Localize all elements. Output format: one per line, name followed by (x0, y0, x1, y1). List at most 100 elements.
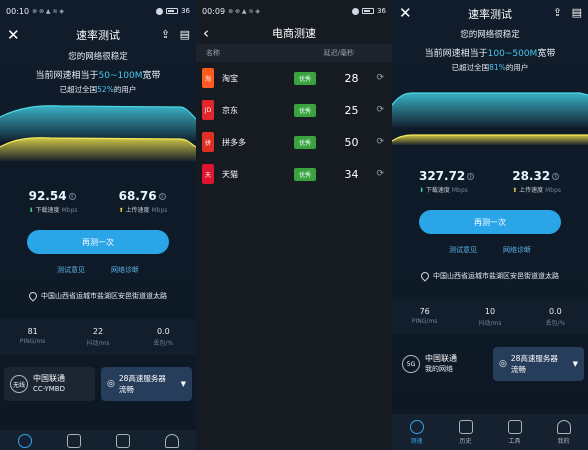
title-bar: ‹ 电商测速 (196, 22, 392, 44)
download-value: 327.72 (418, 169, 466, 183)
feedback-link[interactable]: 测试意见 (57, 265, 85, 275)
location-pin-icon (419, 270, 431, 282)
address-text: 中国山西省运城市盐湖区安邑街道道太路 (433, 272, 559, 280)
carrier-card: 5G 中国联通 我的网络 (396, 347, 487, 381)
speed-wave-graph (0, 101, 196, 181)
notification-icons: ⊗ ⊗ ▲ ≋ ◈ (228, 7, 261, 15)
nav-profile[interactable]: 我的 (556, 419, 571, 445)
server-status: 流畅 (510, 365, 526, 374)
location: 中国山西省运城市盐湖区安邑街道道太路 (392, 270, 588, 282)
page-title: 电商测速 (272, 27, 316, 40)
user-icon (556, 419, 571, 434)
status-bar: 00:10 ⊗ ⊗ ▲ ≋ ◈ 36 (0, 0, 196, 22)
upload-label: 上传速度 (519, 187, 544, 194)
back-icon[interactable]: ‹ (203, 24, 209, 42)
nav-tools[interactable]: 工具 (507, 419, 522, 445)
header-latency: 延迟/毫秒 (323, 49, 354, 57)
upload-result: 68.76 i ⬆ 上传速度 Mbps (119, 189, 168, 214)
history-icon (458, 419, 473, 434)
server-selector[interactable]: ◎ 28高速服务器 流畅 ▼ (101, 367, 192, 401)
info-icon[interactable]: i (68, 193, 76, 200)
upload-unit: Mbps (545, 187, 562, 194)
table-header: 名称 延迟/毫秒 (196, 44, 392, 62)
user-icon (164, 434, 179, 448)
connection-info: 无线 中国联通 CC-YMBD ◎ 28高速服务器 流畅 ▼ (0, 367, 196, 401)
site-name: 淘宝 (222, 73, 238, 83)
speedometer-icon (17, 434, 32, 448)
nav-history[interactable]: 历史 (458, 419, 473, 445)
stat-jitter: 10 抖动/ms (458, 307, 523, 327)
download-arrow-icon: ⬇ (28, 207, 34, 214)
history-icon (66, 434, 81, 448)
server-name: 28高速服务器 (510, 354, 558, 363)
upload-arrow-icon: ⬆ (118, 207, 124, 214)
quality-badge: 优秀 (294, 103, 317, 117)
network-stats: 81 PING/ms 22 抖动/ms 0.0 丢包/% (0, 319, 196, 355)
nav-label: 测速 (410, 437, 423, 445)
report-icon[interactable]: ▤ (180, 28, 190, 41)
speedtest-panel-right: ✕ 速率测试 ⇪ ▤ 您的网络很稳定 当前网速相当于100~500M宽带 已超过… (392, 0, 588, 450)
refresh-icon[interactable]: ⟳ (376, 137, 384, 147)
server-icon: ◎ (107, 379, 115, 389)
list-item: 淘 淘宝 优秀 28 ⟳ (196, 62, 392, 94)
chevron-down-icon: ▼ (180, 380, 186, 388)
upload-label: 上传速度 (125, 207, 150, 214)
feedback-link[interactable]: 测试意见 (449, 245, 477, 255)
quality-badge: 优秀 (294, 135, 317, 149)
bottom-nav (0, 430, 196, 450)
site-name: 京东 (222, 105, 238, 115)
upload-value: 28.32 (512, 169, 551, 183)
server-name: 28高速服务器 (118, 374, 166, 383)
diagnosis-link[interactable]: 网络诊断 (503, 245, 531, 255)
refresh-icon[interactable]: ⟳ (376, 73, 384, 83)
retest-button[interactable]: 再测一次 (27, 230, 169, 254)
ranking-value: 81% (489, 63, 506, 72)
ping-value: 76 (419, 307, 430, 316)
battery-icon (362, 8, 375, 14)
ping-label: PING/ms (19, 338, 46, 345)
connection-info: 5G 中国联通 我的网络 ◎ 28高速服务器 流畅 ▼ (392, 347, 588, 381)
info-icon[interactable]: i (467, 173, 475, 180)
download-result: 92.54 i ⬇ 下载速度 Mbps (29, 189, 78, 214)
status-bar: 00:09 ⊗ ⊗ ▲ ≋ ◈ 36 (196, 0, 392, 22)
server-selector[interactable]: ◎ 28高速服务器 流畅 ▼ (493, 347, 584, 381)
share-icon[interactable]: ⇪ (161, 28, 170, 41)
nav-tools[interactable] (115, 434, 130, 450)
download-wave (392, 93, 588, 127)
nav-speedtest[interactable]: 测速 (409, 419, 424, 445)
title-bar: ✕ 速率测试 ⇪ ▤ (0, 22, 196, 48)
upload-unit: Mbps (151, 207, 168, 214)
report-icon[interactable]: ▤ (572, 6, 582, 19)
info-icon[interactable]: i (552, 173, 560, 180)
share-icon[interactable]: ⇪ (553, 6, 562, 19)
upload-result: 28.32 i ⬆ 上传速度 Mbps (512, 169, 561, 194)
bandwidth-prefix: 当前网速相当于 (35, 71, 99, 81)
stat-loss: 0.0 丢包/% (131, 327, 196, 347)
diagnosis-link[interactable]: 网络诊断 (111, 265, 139, 275)
nav-history[interactable] (66, 434, 81, 450)
quality-badge: 优秀 (294, 71, 317, 85)
refresh-icon[interactable]: ⟳ (376, 169, 384, 179)
info-icon[interactable]: i (158, 193, 166, 200)
download-unit: Mbps (61, 207, 78, 214)
bandwidth-equivalent: 当前网速相当于100~500M宽带 (392, 46, 588, 59)
retest-button[interactable]: 再测一次 (419, 210, 561, 234)
toolbox-icon (115, 434, 130, 448)
speedtest-panel-left: 00:10 ⊗ ⊗ ▲ ≋ ◈ 36 ✕ 速率测试 ⇪ ▤ 您的网络很稳定 当前网… (0, 0, 196, 450)
nav-speedtest[interactable] (17, 434, 32, 450)
toolbox-icon (507, 419, 522, 434)
download-value: 92.54 (28, 189, 67, 203)
latency-value: 28 (344, 71, 359, 85)
stat-loss: 0.0 丢包/% (523, 307, 588, 327)
bandwidth-suffix: 宽带 (537, 49, 556, 59)
bandwidth-value: 100~500M (487, 49, 538, 59)
nav-profile[interactable] (164, 434, 179, 450)
close-icon[interactable]: ✕ (399, 4, 412, 22)
refresh-icon[interactable]: ⟳ (376, 105, 384, 115)
bandwidth-prefix: 当前网速相当于 (424, 49, 488, 59)
status-time: 00:09 (202, 6, 226, 16)
latency-value: 50 (344, 135, 359, 149)
download-label: 下载速度 (35, 207, 60, 214)
ping-label: PING/ms (411, 318, 438, 325)
close-icon[interactable]: ✕ (7, 26, 20, 44)
